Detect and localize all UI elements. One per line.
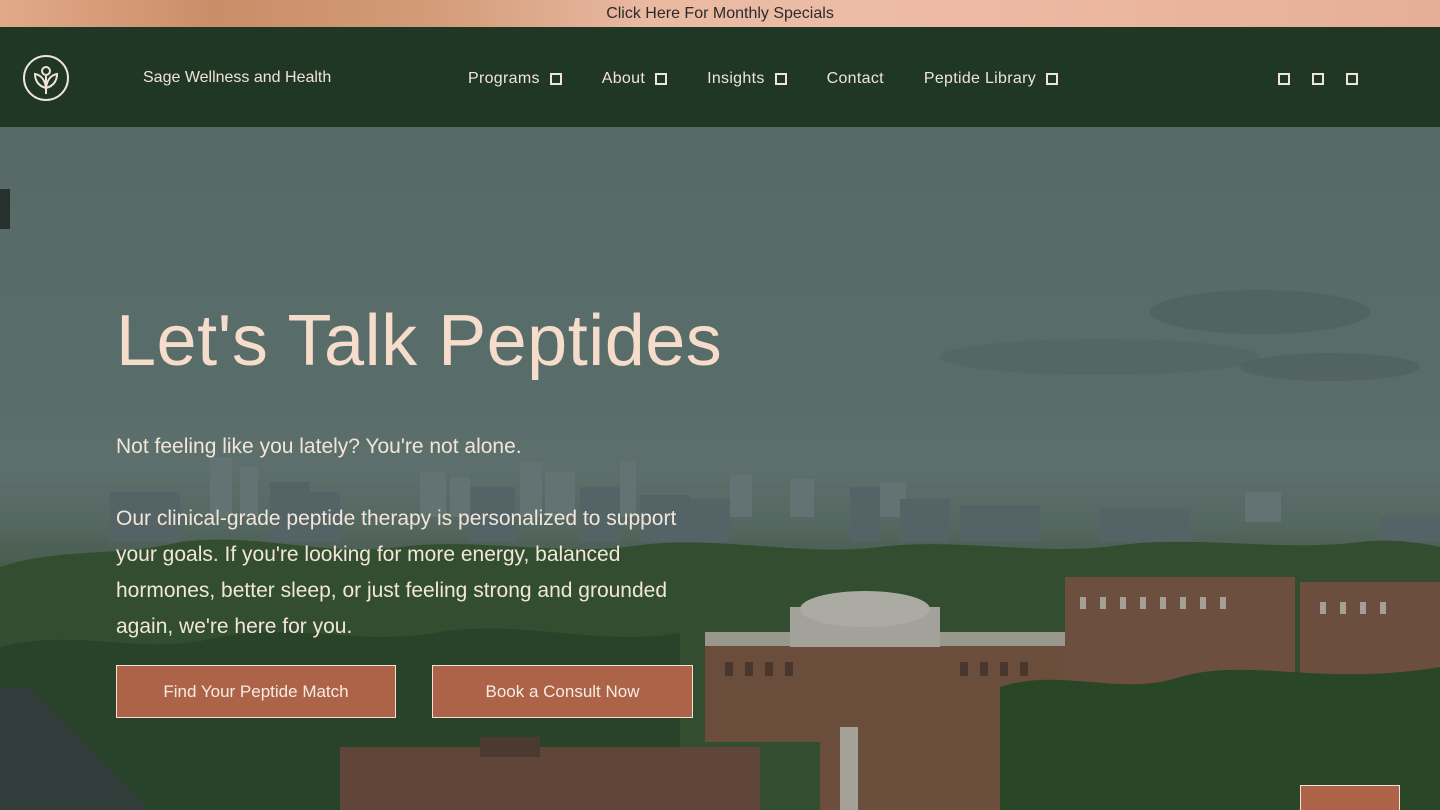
- hero-title: Let's Talk Peptides: [116, 301, 723, 381]
- nav-item-label: Peptide Library: [923, 70, 1036, 87]
- nav-item-contact[interactable]: Contact: [827, 70, 884, 88]
- dropdown-icon[interactable]: [774, 73, 787, 85]
- nav-item-label: Contact: [826, 70, 884, 87]
- nav-item-peptide-library[interactable]: Peptide Library: [924, 70, 1058, 88]
- dropdown-icon[interactable]: [549, 73, 562, 85]
- nav-item-label: Programs: [468, 70, 540, 87]
- hero-body: Our clinical-grade peptide therapy is pe…: [116, 507, 677, 638]
- dropdown-icon[interactable]: [1046, 73, 1058, 85]
- header-utilities: [1278, 73, 1380, 85]
- site-header: Sage Wellness and Health Programs About …: [0, 27, 1440, 127]
- nav-item-insights[interactable]: Insights: [707, 70, 787, 88]
- hero-section: Let's Talk Peptides Not feeling like you…: [0, 127, 1440, 810]
- cart-icon[interactable]: [1346, 73, 1358, 85]
- book-consult-button[interactable]: Book a Consult Now: [432, 665, 693, 718]
- nav-item-label: About: [601, 70, 646, 87]
- search-icon[interactable]: [1278, 73, 1290, 85]
- nav-item-label: Insights: [707, 70, 765, 87]
- floating-action-button[interactable]: [1300, 785, 1400, 810]
- dropdown-icon[interactable]: [655, 73, 668, 85]
- find-peptide-match-button[interactable]: Find Your Peptide Match: [116, 665, 396, 718]
- nav-item-programs[interactable]: Programs: [468, 70, 562, 88]
- account-icon[interactable]: [1312, 73, 1324, 85]
- logo-sprout-icon[interactable]: [22, 54, 70, 102]
- hero-subtitle: Not feeling like you lately? You're not …: [116, 435, 522, 458]
- announcement-link[interactable]: Click Here For Monthly Specials: [0, 0, 1440, 27]
- main-nav: Programs About Insights Contact Peptide …: [468, 70, 1098, 88]
- nav-item-about[interactable]: About: [601, 70, 668, 88]
- brand-name[interactable]: Sage Wellness and Health: [143, 69, 331, 87]
